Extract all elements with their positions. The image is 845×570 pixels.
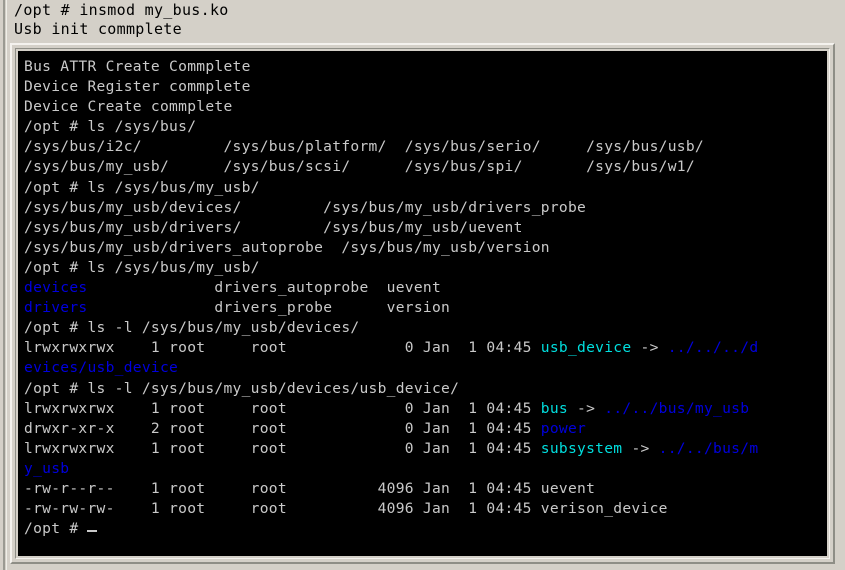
- directory-name: devices: [24, 279, 88, 297]
- symlink-name: bus: [540, 399, 568, 417]
- directory-name: ../../bus/my_usb: [604, 399, 750, 417]
- terminal-text: ->: [567, 399, 605, 417]
- directory-name: y_usb: [24, 459, 70, 477]
- terminal-line: lrwxrwxrwx 1 root root 0 Jan 1 04:45 bus…: [24, 399, 827, 419]
- terminal-screen[interactable]: Bus ATTR Create Commplete Device Register…: [18, 51, 827, 556]
- terminal-text: Device Create commplete: [24, 98, 233, 116]
- terminal-line: /sys/bus/my_usb/devices/ /sys/bus/my_usb…: [24, 198, 827, 218]
- terminal-text: Bus ATTR Create Commplete: [24, 58, 251, 75]
- host-console-output: /opt # insmod my_bus.ko Usb init commplet…: [14, 1, 824, 39]
- terminal-line: /sys/bus/my_usb/ /sys/bus/scsi/ /sys/bus…: [24, 157, 827, 177]
- window-left-rule: [3, 0, 5, 570]
- terminal-line: -rw-rw-rw- 1 root root 4096 Jan 1 04:45 …: [24, 499, 827, 519]
- terminal-text: /opt # ls /sys/bus/my_usb/: [24, 258, 260, 276]
- terminal-frame: Bus ATTR Create Commplete Device Register…: [10, 43, 835, 564]
- directory-name: ../../bus/m: [658, 439, 759, 457]
- terminal-text: drwxr-xr-x 2 root root 0 Jan 1 04:45: [24, 419, 541, 437]
- terminal-text: Device Register commplete: [24, 78, 251, 96]
- terminal-line: lrwxrwxrwx 1 root root 0 Jan 1 04:45 usb…: [24, 338, 827, 358]
- terminal-text: /sys/bus/my_usb/ /sys/bus/scsi/ /sys/bus…: [24, 158, 695, 176]
- directory-name: evices/usb_device: [24, 359, 179, 377]
- terminal-text: /sys/bus/my_usb/devices/ /sys/bus/my_usb…: [24, 198, 587, 216]
- terminal-line: /opt # ls /sys/bus/my_usb/: [24, 258, 827, 278]
- terminal-line: /sys/bus/my_usb/drivers/ /sys/bus/my_usb…: [24, 218, 827, 238]
- terminal-line: /opt # ls /sys/bus/my_usb/: [24, 178, 827, 198]
- window-left-rule-highlight: [6, 0, 7, 570]
- terminal-line: drwxr-xr-x 2 root root 0 Jan 1 04:45 pow…: [24, 419, 827, 439]
- terminal-frame-inner-bevel: Bus ATTR Create Commplete Device Register…: [15, 48, 830, 559]
- terminal-text: /opt #: [24, 520, 88, 538]
- terminal-text: /sys/bus/i2c/ /sys/bus/platform/ /sys/bu…: [24, 138, 704, 156]
- directory-name: drivers: [24, 299, 88, 317]
- terminal-text: drivers_autoprobe uevent: [87, 279, 442, 297]
- terminal-line: Device Register commplete: [24, 77, 827, 97]
- terminal-text: lrwxrwxrwx 1 root root 0 Jan 1 04:45: [24, 399, 541, 417]
- terminal-line: -rw-r--r-- 1 root root 4096 Jan 1 04:45 …: [24, 479, 827, 499]
- directory-name: ../../../d: [667, 339, 759, 357]
- terminal-line: /sys/bus/my_usb/drivers_autoprobe /sys/b…: [24, 238, 827, 258]
- terminal-line: devices drivers_autoprobe uevent: [24, 278, 827, 298]
- terminal-text: /sys/bus/my_usb/drivers/ /sys/bus/my_usb…: [24, 218, 523, 236]
- terminal-text: lrwxrwxrwx 1 root root 0 Jan 1 04:45: [24, 439, 541, 457]
- terminal-text: /opt # ls -l /sys/bus/my_usb/devices/: [24, 319, 360, 337]
- terminal-text: -rw-rw-rw- 1 root root 4096 Jan 1 04:45 …: [24, 500, 668, 518]
- terminal-line: Device Create commplete: [24, 97, 827, 117]
- terminal-line: lrwxrwxrwx 1 root root 0 Jan 1 04:45 sub…: [24, 439, 827, 459]
- terminal-line: /opt # ls -l /sys/bus/my_usb/devices/: [24, 318, 827, 338]
- terminal-output: Bus ATTR Create Commplete Device Register…: [24, 57, 827, 539]
- console-line: Usb init commplete: [14, 20, 182, 38]
- text-cursor: [87, 530, 98, 533]
- terminal-line: y_usb: [24, 459, 827, 479]
- console-line: /opt # insmod my_bus.ko: [14, 1, 229, 19]
- terminal-text: /opt # ls /sys/bus/my_usb/: [24, 178, 260, 196]
- terminal-line: evices/usb_device: [24, 358, 827, 378]
- terminal-text: /sys/bus/my_usb/drivers_autoprobe /sys/b…: [24, 238, 550, 256]
- terminal-line: drivers drivers_probe version: [24, 298, 827, 318]
- symlink-name: usb_device: [540, 339, 632, 357]
- terminal-text: /opt # ls /sys/bus/: [24, 118, 197, 136]
- directory-name: power: [540, 419, 587, 437]
- terminal-text: /opt # ls -l /sys/bus/my_usb/devices/usb…: [24, 379, 460, 397]
- terminal-text: ->: [631, 339, 668, 357]
- terminal-text: -rw-r--r-- 1 root root 4096 Jan 1 04:45 …: [24, 479, 596, 497]
- terminal-text: ->: [622, 439, 659, 457]
- symlink-name: subsystem: [540, 439, 623, 457]
- terminal-text: lrwxrwxrwx 1 root root 0 Jan 1 04:45: [24, 339, 541, 357]
- terminal-line: /sys/bus/i2c/ /sys/bus/platform/ /sys/bu…: [24, 137, 827, 157]
- terminal-line: Bus ATTR Create Commplete: [24, 57, 827, 77]
- terminal-window: /opt # insmod my_bus.ko Usb init commplet…: [0, 0, 845, 570]
- terminal-text: drivers_probe version: [87, 299, 451, 317]
- terminal-line: /opt # ls /sys/bus/: [24, 117, 827, 137]
- terminal-line: /opt # ls -l /sys/bus/my_usb/devices/usb…: [24, 379, 827, 399]
- terminal-line: /opt #: [24, 519, 827, 539]
